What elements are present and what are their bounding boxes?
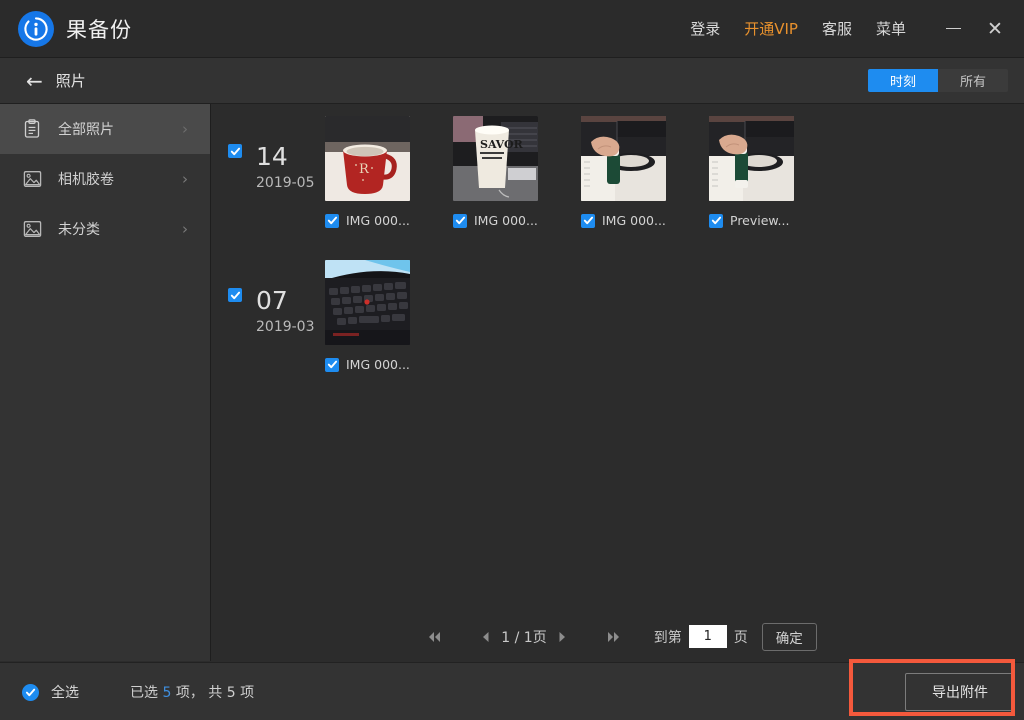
date-day: 14 — [256, 144, 315, 169]
page-indicator: 1 / 1页 — [499, 627, 548, 647]
page-title: 照片 — [56, 70, 86, 91]
info-circle-icon — [18, 11, 54, 47]
photo-caption: IMG 000... — [581, 213, 695, 228]
sidebar: 全部照片 › 相机胶卷 › 未分类 — [0, 104, 211, 661]
nav-menu[interactable]: 菜单 — [864, 18, 918, 39]
chevron-right-icon: › — [182, 120, 188, 138]
photo-thumbnail[interactable] — [325, 260, 410, 345]
clipboard-icon — [22, 119, 42, 139]
date-label: 14 2019-05 — [256, 144, 315, 190]
check-circle-icon — [22, 684, 39, 701]
sidebar-item-camera-roll[interactable]: 相机胶卷 › — [0, 154, 210, 204]
date-group: 14 2019-05 R — [211, 104, 1024, 236]
photo-item[interactable]: SAVOR IMG 000... — [453, 116, 567, 228]
tab-moment[interactable]: 时刻 — [868, 69, 938, 92]
select-all-control[interactable]: 全选 — [22, 682, 79, 702]
count-total: 5 — [227, 685, 236, 701]
jump-suffix-label: 页 — [734, 627, 748, 647]
window-controls: ✕ — [932, 9, 1016, 49]
photo-grid: 14 2019-05 R — [211, 104, 1024, 661]
sidebar-item-label: 未分类 — [58, 219, 100, 239]
group-checkbox[interactable] — [228, 144, 242, 158]
date-year-month: 2019-03 — [256, 320, 315, 334]
count-prefix: 已选 — [130, 685, 162, 701]
photo-item[interactable]: IMG 000... — [581, 116, 695, 228]
pagination-bar: 1 / 1页 到第 页 确定 — [211, 612, 1024, 661]
sub-toolbar: ← 照片 时刻 所有 — [0, 58, 1024, 104]
count-middle: 项， 共 — [171, 685, 226, 701]
selection-count: 已选 5 项， 共 5 项 — [130, 682, 254, 702]
export-zone: 导出附件 — [905, 673, 1015, 711]
photo-checkbox[interactable] — [453, 214, 467, 228]
page-jump-group: 到第 页 确定 — [654, 623, 817, 651]
photo-checkbox[interactable] — [325, 214, 339, 228]
tab-all[interactable]: 所有 — [938, 69, 1008, 92]
prev-page-button[interactable] — [472, 631, 499, 643]
thumbnail-list: R IMG 000... — [325, 116, 837, 236]
photo-thumbnail[interactable] — [709, 116, 794, 201]
sidebar-item-label: 相机胶卷 — [58, 169, 114, 189]
back-arrow-icon: ← — [26, 71, 43, 91]
photo-item[interactable]: Preview... — [709, 116, 823, 228]
close-icon[interactable]: ✕ — [974, 9, 1016, 49]
export-attachments-button[interactable]: 导出附件 — [905, 673, 1015, 711]
photo-thumbnail[interactable]: R — [325, 116, 410, 201]
photo-caption: Preview... — [709, 213, 823, 228]
sidebar-item-uncategorized[interactable]: 未分类 › — [0, 204, 210, 254]
date-group: 07 2019-03 — [211, 236, 1024, 380]
app-window: 果备份 登录 开通VIP 客服 菜单 ✕ ← 照片 时刻 所有 — [0, 0, 1024, 720]
date-year-month: 2019-05 — [256, 176, 315, 190]
svg-text:SAVOR: SAVOR — [480, 138, 524, 151]
titlebar-nav: 登录 开通VIP 客服 菜单 ✕ — [678, 0, 1024, 57]
view-toggle: 时刻 所有 — [868, 69, 1008, 92]
sidebar-item-all-photos[interactable]: 全部照片 › — [0, 104, 210, 154]
photo-name: IMG 000... — [346, 213, 410, 228]
photo-thumbnail[interactable] — [581, 116, 666, 201]
photo-caption: IMG 000... — [325, 357, 439, 372]
date-group-header: 14 2019-05 — [228, 116, 325, 190]
photo-checkbox[interactable] — [709, 214, 723, 228]
page-number-input[interactable] — [689, 625, 727, 648]
app-logo: 果备份 — [18, 11, 132, 47]
last-page-button[interactable] — [598, 631, 630, 643]
first-page-button[interactable] — [418, 631, 450, 643]
thumbnail-list: IMG 000... — [325, 260, 453, 380]
image-icon — [22, 169, 42, 189]
bottom-bar: 全选 已选 5 项， 共 5 项 导出附件 — [0, 662, 1024, 720]
date-label: 07 2019-03 — [256, 288, 315, 334]
nav-vip[interactable]: 开通VIP — [732, 18, 810, 39]
photo-name: IMG 000... — [602, 213, 666, 228]
photo-item[interactable]: IMG 000... — [325, 260, 439, 372]
chevron-right-icon: › — [182, 220, 188, 238]
photo-checkbox[interactable] — [325, 358, 339, 372]
chevron-right-icon: › — [182, 170, 188, 188]
image-icon — [22, 219, 42, 239]
photo-caption: IMG 000... — [325, 213, 439, 228]
jump-prefix-label: 到第 — [654, 627, 682, 647]
photo-caption: IMG 000... — [453, 213, 567, 228]
sidebar-item-label: 全部照片 — [58, 119, 114, 139]
minimize-icon[interactable] — [932, 9, 974, 49]
photo-item[interactable]: R IMG 000... — [325, 116, 439, 228]
next-page-button[interactable] — [549, 631, 576, 643]
svg-text:R: R — [359, 162, 370, 177]
title-bar: 果备份 登录 开通VIP 客服 菜单 ✕ — [0, 0, 1024, 58]
photo-name: IMG 000... — [346, 357, 410, 372]
back-button[interactable]: ← 照片 — [26, 70, 86, 91]
photo-checkbox[interactable] — [581, 214, 595, 228]
select-all-label: 全选 — [51, 682, 79, 702]
date-day: 07 — [256, 288, 315, 313]
photo-thumbnail[interactable]: SAVOR — [453, 116, 538, 201]
nav-login[interactable]: 登录 — [678, 18, 732, 39]
app-title: 果备份 — [66, 14, 132, 44]
date-group-header: 07 2019-03 — [228, 260, 325, 334]
photo-name: Preview... — [730, 213, 789, 228]
group-checkbox[interactable] — [228, 288, 242, 302]
photo-name: IMG 000... — [474, 213, 538, 228]
count-suffix: 项 — [236, 685, 254, 701]
confirm-page-button[interactable]: 确定 — [762, 623, 817, 651]
nav-support[interactable]: 客服 — [810, 18, 864, 39]
